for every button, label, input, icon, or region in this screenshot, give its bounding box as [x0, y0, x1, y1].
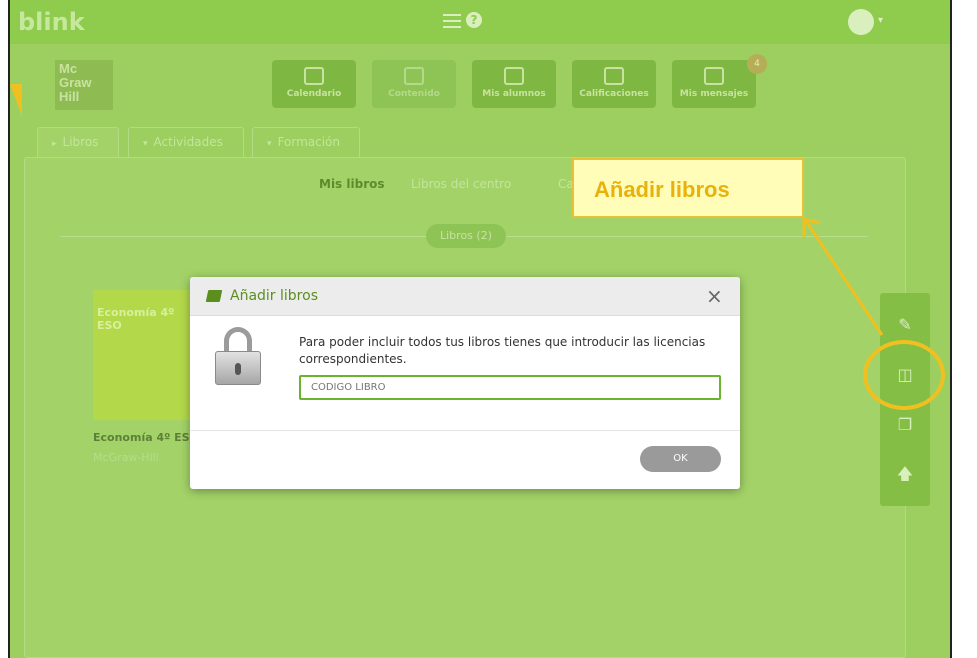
book-cover[interactable]: Economía 4º ESO [93, 290, 193, 420]
subtab-mis-libros[interactable]: Mis libros [319, 177, 385, 191]
logo-line: Mc [59, 61, 78, 76]
nav-contenido-button[interactable]: Contenido [372, 60, 456, 108]
tab-label: Actividades [153, 135, 223, 149]
calendar-icon [304, 67, 324, 85]
help-icon[interactable]: ? [466, 12, 482, 28]
tab-arrow-icon: ▾ [267, 139, 272, 149]
tab-label: Libros [62, 135, 99, 149]
tab-formacion[interactable]: ▾ Formación [252, 127, 360, 157]
content-icon [404, 67, 424, 85]
dialog-header: Añadir libros × [190, 277, 740, 316]
add-books-dialog: Añadir libros × Para poder incluir todos… [190, 277, 740, 489]
ok-button[interactable]: OK [640, 446, 721, 472]
divider [60, 236, 426, 237]
logo-line: Graw [59, 75, 92, 90]
dialog-title: Añadir libros [230, 288, 318, 304]
avatar[interactable] [848, 9, 874, 35]
messages-badge: 4 [747, 54, 767, 74]
pencil-icon[interactable]: ✎ [895, 315, 915, 334]
top-bar: blink ? ▾ [10, 0, 950, 44]
dialog-divider [190, 430, 740, 431]
dialog-message: Para poder incluir todos tus libros tien… [299, 335, 706, 366]
copy-icon[interactable]: ❐ [895, 415, 915, 434]
right-frame [950, 0, 977, 658]
books-count-pill: Libros (2) [426, 224, 506, 248]
book-code-input[interactable] [299, 375, 721, 400]
annotation-ring [863, 340, 945, 410]
nav-calendario-button[interactable]: Calendario [272, 60, 356, 108]
nav-calificaciones-button[interactable]: Calificaciones [572, 60, 656, 108]
callout-text: Añadir libros [594, 177, 730, 202]
book-icon [205, 290, 223, 302]
students-icon [504, 67, 524, 85]
book-cover-text: Economía 4º ESO [97, 306, 175, 332]
upload-arrow-icon[interactable]: 🡅 [895, 463, 915, 483]
grades-icon [604, 67, 624, 85]
left-frame [0, 0, 10, 658]
logo-line: Hill [59, 89, 80, 104]
book-title[interactable]: Economía 4º ES [93, 431, 190, 444]
tab-libros[interactable]: ▸ Libros [37, 127, 119, 157]
close-icon[interactable]: × [706, 286, 723, 306]
nav-label: Calendario [286, 89, 342, 99]
lock-icon [215, 327, 261, 387]
nav-label: Calificaciones [579, 89, 649, 99]
tab-arrow-icon: ▾ [143, 139, 148, 149]
nav-label: Contenido [388, 89, 440, 99]
nav-mis-mensajes-button[interactable]: Mis mensajes [672, 60, 756, 108]
annotation-arrow [10, 84, 22, 116]
tab-arrow-icon: ▸ [52, 139, 57, 149]
tab-actividades[interactable]: ▾ Actividades [128, 127, 244, 157]
subtab-libros-del-centro[interactable]: Libros del centro [411, 177, 511, 191]
messages-icon [704, 67, 724, 85]
nav-mis-alumnos-button[interactable]: Mis alumnos [472, 60, 556, 108]
book-publisher: McGraw-Hill [93, 451, 159, 464]
annotation-line [802, 217, 884, 336]
chevron-down-icon[interactable]: ▾ [878, 15, 883, 26]
brand-logo[interactable]: blink [18, 8, 85, 36]
annotation-callout: Añadir libros [572, 158, 804, 218]
mcgraw-hill-logo: Mc Graw Hill [55, 60, 113, 110]
nav-label: Mis mensajes [679, 89, 749, 99]
nav-label: Mis alumnos [482, 89, 546, 99]
hamburger-menu-icon[interactable] [443, 14, 461, 28]
tab-label: Formación [277, 135, 340, 149]
